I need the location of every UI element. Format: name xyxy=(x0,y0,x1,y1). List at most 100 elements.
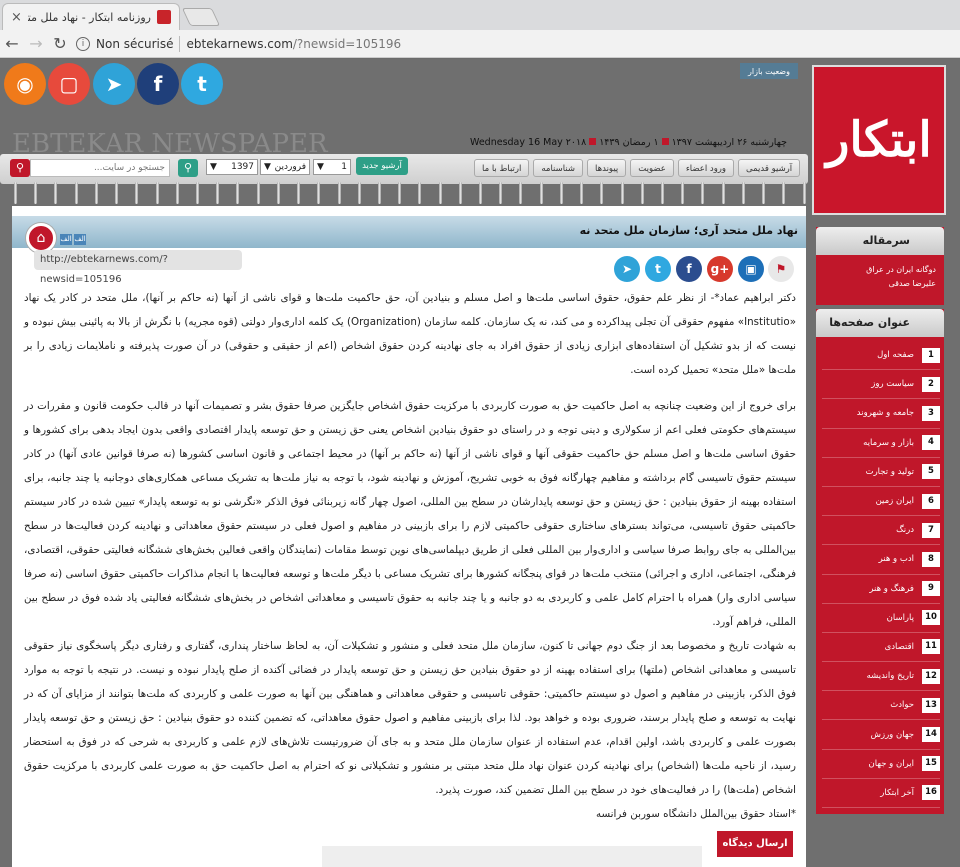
save-icon[interactable]: ▣ xyxy=(738,256,764,282)
page-list-item[interactable]: 12 تاریخ واندیشه xyxy=(822,662,940,692)
archive-search-icon[interactable]: ⚲ xyxy=(178,159,198,177)
twitter-icon[interactable]: t xyxy=(645,256,671,282)
url-host: ebtekarnews.com xyxy=(186,36,293,51)
page-number: 15 xyxy=(922,756,940,772)
page-number: 10 xyxy=(922,610,940,626)
nav-contact[interactable]: ارتباط با ما xyxy=(474,159,530,177)
rss-icon[interactable]: ◉ xyxy=(4,63,46,105)
site-toolbar: ⚲ ⚲ ▼1397 ▼فروردین ▼1 آرشیو جدید آرشیو ق… xyxy=(0,154,808,184)
page-label: صفحه اول xyxy=(877,350,914,361)
facebook-icon[interactable]: f xyxy=(676,256,702,282)
year-select[interactable]: ▼ 1397 xyxy=(206,159,258,175)
page-label: جامعه و شهروند xyxy=(856,408,914,419)
nav-signup[interactable]: عضویت xyxy=(630,159,674,177)
search-icon[interactable]: ⚲ xyxy=(10,159,30,177)
page-label: ادب و هنر xyxy=(878,554,914,565)
editorial-title[interactable]: دوگانه ایران در عراق xyxy=(816,263,936,277)
market-status-link[interactable]: وضعیت بازار xyxy=(740,63,798,79)
nav-links[interactable]: پیوندها xyxy=(587,159,627,177)
page: ◉ ▢ ➤ f t وضعیت بازار EBTEKAR NEWSPAPER … xyxy=(0,59,960,867)
page-label: جهان ورزش xyxy=(870,729,914,740)
twitter-icon[interactable]: t xyxy=(181,63,223,105)
page-list-item[interactable]: 4 بازار و سرمایه xyxy=(822,429,940,458)
new-tab-button[interactable] xyxy=(181,8,221,26)
page-list-item[interactable]: 16 آخر ابتکار xyxy=(822,779,940,808)
page-list-item[interactable]: 6 ایران زمین xyxy=(822,487,940,517)
page-list-item[interactable]: 10 پاراسان xyxy=(822,604,940,633)
forward-icon[interactable]: → xyxy=(24,34,48,53)
omnibox[interactable]: i Non sécurisé ebtekarnews.com/?newsid=1… xyxy=(76,33,401,55)
page-label: تولید و تجارت xyxy=(865,466,914,477)
site-logo[interactable]: ابتکار xyxy=(812,65,946,215)
top-nav: آرشیو قدیمی ورود اعضاء عضویت پیوندها شنا… xyxy=(474,159,801,177)
nav-about[interactable]: شناسنامه xyxy=(533,159,584,177)
spiral-binding xyxy=(14,182,806,206)
page-label: ایران و جهان xyxy=(868,758,914,769)
search-input[interactable] xyxy=(30,159,170,177)
article-title: نهاد ملل متحد آری؛ سازمان ملل متحد نه xyxy=(579,224,798,237)
footnote: *استاد حقوق بین‌الملل دانشگاه سوربن فران… xyxy=(595,808,796,820)
day-select[interactable]: ▼ 1 xyxy=(313,159,351,175)
flag-icon[interactable]: ⚑ xyxy=(768,256,794,282)
page-number: 11 xyxy=(922,639,940,655)
month-select[interactable]: ▼ فروردین xyxy=(260,159,310,175)
telegram-icon[interactable]: ➤ xyxy=(614,256,640,282)
address-bar: ← → ↻ i Non sécurisé ebtekarnews.com/?ne… xyxy=(0,30,960,58)
close-icon[interactable]: × xyxy=(11,10,22,25)
page-list-item[interactable]: 2 سیاست روز xyxy=(822,370,940,400)
reload-icon[interactable]: ↻ xyxy=(48,34,72,53)
page-label: سیاست روز xyxy=(871,379,914,390)
short-url[interactable]: http://ebtekarnews.com/?newsid=105196 xyxy=(34,250,242,285)
page-number: 1 xyxy=(922,347,940,363)
page-list-item[interactable]: 5 تولید و تجارت xyxy=(822,458,940,487)
page-number: 16 xyxy=(922,785,940,801)
page-label: اقتصادی xyxy=(884,641,914,652)
page-list-item[interactable]: 8 ادب و هنر xyxy=(822,545,940,575)
page-number: 5 xyxy=(922,464,940,480)
telegram-icon[interactable]: ➤ xyxy=(93,63,135,105)
nav-old-archive[interactable]: آرشیو قدیمی xyxy=(738,159,801,177)
page-number: 14 xyxy=(922,727,940,743)
facebook-icon[interactable]: f xyxy=(137,63,179,105)
page-list-item[interactable]: 7 درنگ xyxy=(822,516,940,546)
page-number: 6 xyxy=(922,493,940,509)
paragraph: دکتر ابراهیم عماد*- از نظر علم حقوق، حقو… xyxy=(24,292,797,376)
font-small-button[interactable]: الف xyxy=(60,234,72,245)
page-list-item[interactable]: 15 ایران و جهان xyxy=(822,750,940,779)
date-hijri: ۱ رمضان ۱۴۳۹ xyxy=(599,137,659,148)
page-list-item[interactable]: 14 جهان ورزش xyxy=(822,720,940,750)
page-list-item[interactable]: 1 صفحه اول xyxy=(822,341,940,371)
page-number: 3 xyxy=(922,405,940,421)
paragraph: به شهادت تاریخ و مخصوصا بعد از جنگ دوم ج… xyxy=(24,640,796,796)
editorial-heading: سرمقاله xyxy=(816,227,944,255)
favicon-icon xyxy=(157,10,171,24)
page-list-item[interactable]: 11 اقتصادی xyxy=(822,633,940,663)
font-large-button[interactable]: الف xyxy=(74,234,86,245)
page-list-item[interactable]: 9 فرهنگ و هنر xyxy=(822,575,940,604)
page-number: 12 xyxy=(922,668,940,684)
home-icon[interactable]: ⌂ xyxy=(26,223,56,253)
date-line: چهارشنبه ۲۶ اردیبهشت ۱۳۹۷ ۱ رمضان ۱۴۳۹ Wed… xyxy=(470,137,787,148)
page-label: ایران زمین xyxy=(875,496,914,507)
sidebar: ابتکار سرمقاله دوگانه ایران در عراق علیر… xyxy=(812,59,948,867)
new-archive-button[interactable]: آرشیو جدید xyxy=(356,157,408,175)
pages-widget: عنوان صفحه‌ها 1 صفحه اول 2 سیاست روز 3 جامعه … xyxy=(816,309,944,814)
editorial-author: علیرضا صدقی xyxy=(888,279,936,288)
page-label: تاریخ واندیشه xyxy=(866,671,914,682)
url-path: /?newsid=105196 xyxy=(292,36,402,51)
tab-title: روزنامه ابتکار - نهاد ملل متحد xyxy=(27,10,151,24)
info-icon[interactable]: i xyxy=(76,36,90,51)
page-label: فرهنگ و هنر xyxy=(869,583,914,594)
page-number: 7 xyxy=(922,522,940,538)
page-list-item[interactable]: 13 حوادث xyxy=(822,691,940,721)
browser-tab[interactable]: روزنامه ابتکار - نهاد ملل متحد × xyxy=(2,3,180,30)
instagram-icon[interactable]: ▢ xyxy=(48,63,90,105)
back-icon[interactable]: ← xyxy=(0,34,24,53)
pages-list: 1 صفحه اول 2 سیاست روز 3 جامعه و شهروند 4 بازار… xyxy=(816,337,944,808)
article-body: دکتر ابراهیم عماد*- از نظر علم حقوق، حقو… xyxy=(24,286,796,826)
send-comment-button[interactable]: ارسال دیدگاه xyxy=(717,831,793,857)
google-plus-icon[interactable]: g+ xyxy=(707,256,733,282)
editorial-widget: سرمقاله دوگانه ایران در عراق علیرضا صدقی xyxy=(816,227,944,305)
nav-login[interactable]: ورود اعضاء xyxy=(677,159,735,177)
page-list-item[interactable]: 3 جامعه و شهروند xyxy=(822,399,940,429)
